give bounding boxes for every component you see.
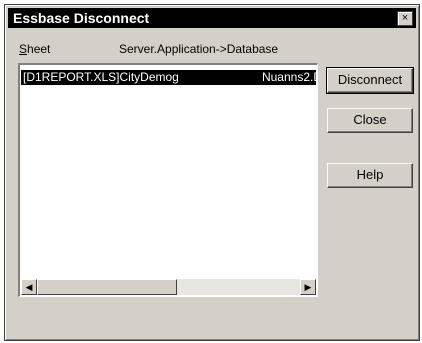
scroll-left-arrow-icon[interactable]: ◀ — [21, 279, 37, 295]
scrollbar-thumb[interactable] — [37, 279, 177, 295]
title-bar: Essbase Disconnect × — [8, 8, 416, 28]
list-item-selected[interactable]: [D1REPORT.XLS]CityDemog Nuanns2.D — [21, 70, 316, 85]
column-header-sheet: Sheet — [19, 42, 50, 56]
connections-list: [D1REPORT.XLS]CityDemog Nuanns2.D — [21, 66, 316, 278]
help-button[interactable]: Help — [327, 163, 413, 188]
column-header-server-application-database: Server.Application->Database — [119, 42, 279, 56]
window-title: Essbase Disconnect — [13, 10, 150, 26]
list-item-connection: Nuanns2.D — [261, 70, 316, 84]
disconnect-button[interactable]: Disconnect — [326, 67, 414, 94]
scroll-right-arrow-icon[interactable]: ▶ — [300, 279, 316, 295]
close-button[interactable]: Close — [327, 108, 413, 133]
column-header-sheet-accelerator: S — [19, 42, 28, 56]
close-icon[interactable]: × — [397, 11, 413, 26]
essbase-disconnect-dialog: Essbase Disconnect × Sheet Server.Applic… — [4, 4, 420, 341]
horizontal-scrollbar[interactable]: ◀ ▶ — [21, 279, 316, 295]
column-header-sheet-rest: heet — [27, 42, 51, 56]
list-item-sheet: [D1REPORT.XLS]CityDemog — [23, 70, 179, 84]
connections-listbox[interactable]: [D1REPORT.XLS]CityDemog Nuanns2.D ◀ ▶ — [18, 63, 318, 297]
